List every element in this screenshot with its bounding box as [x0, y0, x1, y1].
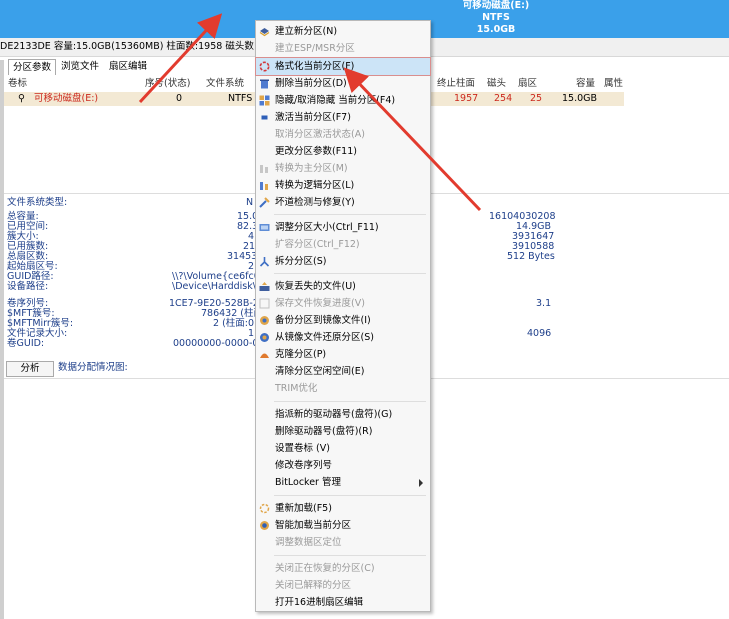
annotation-arrows	[138, 13, 482, 212]
arrow-to-top	[138, 13, 223, 104]
arrow-to-format-item	[343, 67, 482, 212]
